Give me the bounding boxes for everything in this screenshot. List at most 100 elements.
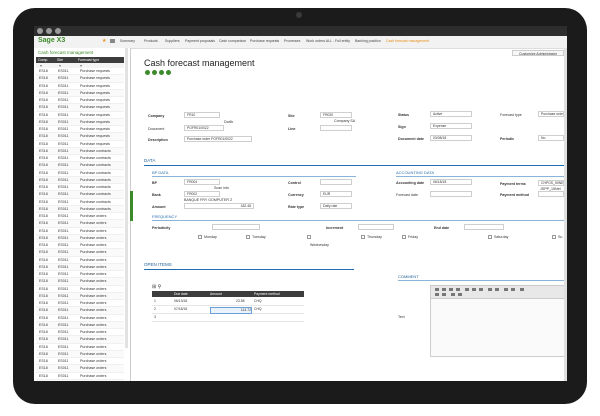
list-item[interactable]: ES18 ES011 Purchase orders [36,271,124,279]
list-item[interactable]: ES18 ES011 Purchase contracts [36,147,124,155]
nav-suppliers[interactable]: Suppliers [165,39,180,43]
friday-checkbox[interactable] [402,235,406,239]
saturday-checkbox[interactable] [488,235,492,239]
status-field[interactable]: Active [430,111,472,117]
list-item[interactable]: ES18 ES011 Purchase contracts [36,199,124,206]
gear-icon[interactable] [37,28,43,34]
rate-type-field[interactable]: Daily rate [320,203,352,209]
list-item[interactable]: ES18 ES011 Purchase orders [36,350,124,358]
list-item[interactable]: ES18 ES011 Purchase requests [36,112,124,119]
duplicate-icon[interactable] [166,70,171,75]
nav-processes[interactable]: Processes [284,39,300,43]
nav-work-orders[interactable]: Work orders ALL - Full entity [306,39,350,43]
list-item[interactable]: ES18 ES011 Purchase contracts [36,191,124,199]
list-item[interactable]: ES18 ES011 Purchase orders [36,249,124,257]
list-item[interactable]: ES18 ES011 Purchase requests [36,118,124,126]
sunday-checkbox[interactable] [552,235,556,239]
row-amount[interactable]: 23.58 [236,299,245,303]
align-center-icon[interactable] [472,288,476,291]
list-item[interactable]: ES18 ES011 Purchase orders [36,344,124,351]
forecast-date-field[interactable] [430,191,472,197]
list-item[interactable]: ES18 ES011 Purchase orders [36,242,124,250]
wednesday-checkbox[interactable] [307,235,311,239]
row-method[interactable]: CHQ [254,299,262,303]
home-icon[interactable] [110,39,115,43]
list-item[interactable]: ES18 ES011 Purchase orders [36,257,124,264]
nav-cash-forecast[interactable]: Cash forecast management [386,39,429,43]
list-item[interactable]: ES18 ES011 Purchase requests [36,104,124,112]
nav-payment-proposals[interactable]: Payment proposals [185,39,215,43]
list-item[interactable]: ES18 ES011 Purchase requests [36,89,124,97]
list-item[interactable]: ES18 ES011 Purchase requests [36,75,124,83]
col-due-date[interactable]: Due date [172,291,208,297]
list-item[interactable]: ES18 ES011 Purchase orders [36,329,124,337]
star-icon[interactable]: ★ [102,38,106,44]
list-item[interactable]: ES18 ES011 Purchase orders [36,220,124,228]
list-icon[interactable] [488,288,492,291]
col-comp[interactable]: Comp. [38,58,48,62]
help-icon[interactable] [46,28,52,34]
bp-field[interactable]: FR004 [184,179,220,185]
list-item[interactable]: ES18 ES011 Purchase requests [36,97,124,105]
list-item[interactable]: ES18 ES011 Purchase orders [36,263,124,271]
delete-icon[interactable] [159,70,164,75]
new-icon[interactable] [145,70,150,75]
strike-icon[interactable] [456,288,460,291]
nav-purchase-requests[interactable]: Purchase requests [250,39,279,43]
list-item[interactable]: ES18 ES011 Purchase requests [36,141,124,148]
document-date-field[interactable]: 03/08/18 [430,135,472,141]
bank-field[interactable]: FR002 [184,191,220,197]
list-scrollbar[interactable] [125,48,128,348]
list-item[interactable]: ES18 ES011 Purchase contracts [36,184,124,192]
list-item[interactable]: ES18 ES011 Purchase requests [36,133,124,141]
italic-icon[interactable] [442,288,446,291]
right-scrollbar[interactable] [564,48,567,381]
forecast-type-field[interactable]: Purchase orders [538,111,564,117]
col-payment-method[interactable]: Payment method [252,291,304,297]
monday-checkbox[interactable] [198,235,202,239]
list-item[interactable]: ES18 ES011 Purchase orders [36,321,124,329]
increment-field[interactable] [358,224,394,230]
underline-icon[interactable] [449,288,453,291]
indent-icon[interactable] [495,288,499,291]
table-row[interactable]: 3 [152,314,304,322]
list-item[interactable]: ES18 ES011 Purchase contracts [36,170,124,177]
thursday-checkbox[interactable] [361,235,365,239]
list-item[interactable]: ES18 ES011 Purchase orders [36,336,124,344]
list-item[interactable]: ES18 ES011 Purchase orders [36,213,124,221]
redo-icon[interactable] [442,293,446,296]
currency-field[interactable]: EUR [320,191,352,197]
customize-button[interactable]: Customize Administrator [512,50,564,56]
list-item[interactable]: ES18 ES011 Purchase orders [36,228,124,235]
align-left-icon[interactable] [465,288,469,291]
comment-editor[interactable] [430,285,567,357]
payment-method-field[interactable] [538,191,564,197]
list-item[interactable]: ES18 ES011 Purchase orders [36,365,124,373]
sign-field[interactable]: Expense [430,123,472,129]
list-item[interactable]: ES18 ES011 Purchase orders [36,292,124,300]
table-icon[interactable] [520,288,524,291]
row-due-date[interactable]: 06/13/18 [174,299,187,303]
description-field[interactable]: Purchase order POFR01/0022 [184,136,252,142]
amount-field[interactable]: 182.48 [184,203,254,209]
row-due-date[interactable]: 07/18/18 [174,307,187,311]
payment-terms-field[interactable]: CHPOS_50NET [538,180,564,186]
col-amount[interactable]: Amount [208,291,252,297]
tuesday-checkbox[interactable] [246,235,250,239]
list-item[interactable]: ES18 ES011 Purchase contracts [36,176,124,184]
periodicity-field[interactable] [212,224,260,230]
list-item[interactable]: ES18 ES011 Purchase orders [36,373,124,380]
document-field[interactable]: POFR01/0022 [184,125,224,131]
list-item[interactable]: ES18 ES011 Purchase orders [36,358,124,366]
end-date-field[interactable] [464,224,504,230]
control-field[interactable] [320,179,352,185]
list-item[interactable]: ES18 ES011 Purchase orders [36,315,124,322]
row-method[interactable]: CHQ [254,307,262,311]
nav-banking-position[interactable]: Banking position [355,39,381,43]
company-field[interactable]: FR10 [184,112,220,118]
list-item[interactable]: ES18 ES011 Purchase orders [36,234,124,242]
table-row[interactable]: 2 07/18/18 114.72 CHQ [152,306,304,314]
color-icon[interactable] [458,293,462,296]
list-item[interactable]: ES18 ES011 Purchase orders [36,307,124,315]
periodic-field[interactable]: No [538,135,564,141]
